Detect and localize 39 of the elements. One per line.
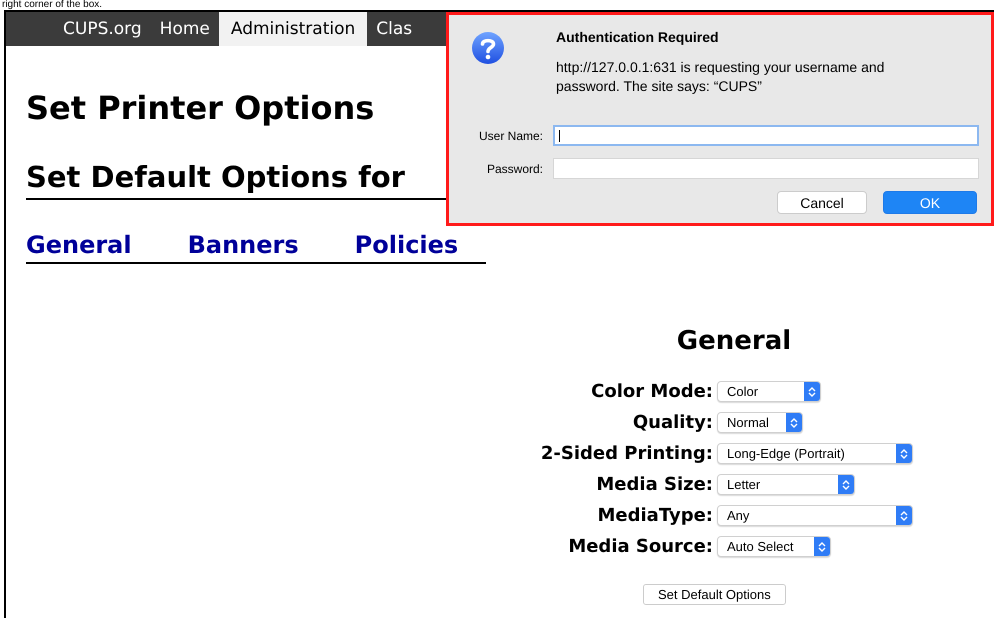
field-label: Password: (486, 162, 543, 176)
input-field[interactable] (553, 158, 979, 179)
nav-tab[interactable]: CUPS.org (54, 12, 151, 46)
set-default-options-button[interactable]: Set Default Options (643, 584, 786, 605)
page-subtitle: Set Default Options for (26, 159, 405, 196)
option-label: Media Size: (596, 473, 713, 496)
option-select[interactable]: Color (717, 381, 821, 402)
nav-tab[interactable]: Clas (367, 12, 422, 46)
dialog-title: Authentication Required (556, 29, 720, 45)
page-title: Set Printer Options (26, 88, 374, 128)
ok-button[interactable]: OK (883, 191, 977, 214)
option-label: MediaType: (598, 504, 713, 527)
field-label: User Name: (478, 128, 543, 142)
option-select[interactable]: Normal (717, 412, 803, 433)
option-label: Quality: (632, 411, 713, 434)
option-select[interactable]: Long-Edge (Portrait) (717, 443, 913, 464)
nav-tab[interactable]: Administration (218, 12, 368, 46)
caption-text: right corner of the box. (1, 0, 104, 10)
option-label: Color Mode: (591, 380, 713, 403)
question-icon (471, 31, 505, 65)
stepper-icon (804, 382, 820, 401)
input-field[interactable] (553, 125, 979, 146)
section-link[interactable]: General (26, 230, 132, 260)
option-label: Media Source: (568, 535, 713, 558)
cancel-button[interactable]: Cancel (777, 191, 867, 214)
option-select[interactable]: Any (717, 505, 913, 526)
section-title: General (676, 326, 792, 356)
section-link[interactable]: Policies (354, 230, 458, 260)
option-select[interactable]: Auto Select (717, 536, 831, 557)
stepper-icon (814, 537, 830, 556)
option-label: 2-Sided Printing: (540, 442, 713, 465)
option-select[interactable]: Letter (717, 474, 855, 495)
stepper-icon (896, 506, 912, 525)
stepper-icon (786, 413, 802, 432)
nav-tab[interactable]: Home (150, 12, 219, 46)
stepper-icon (838, 475, 854, 494)
dialog-message: http://127.0.0.1:631 is requesting your username and password. The site says: “CUPS” (556, 58, 886, 96)
section-link[interactable]: Banners (188, 230, 299, 260)
stepper-icon (896, 444, 912, 463)
